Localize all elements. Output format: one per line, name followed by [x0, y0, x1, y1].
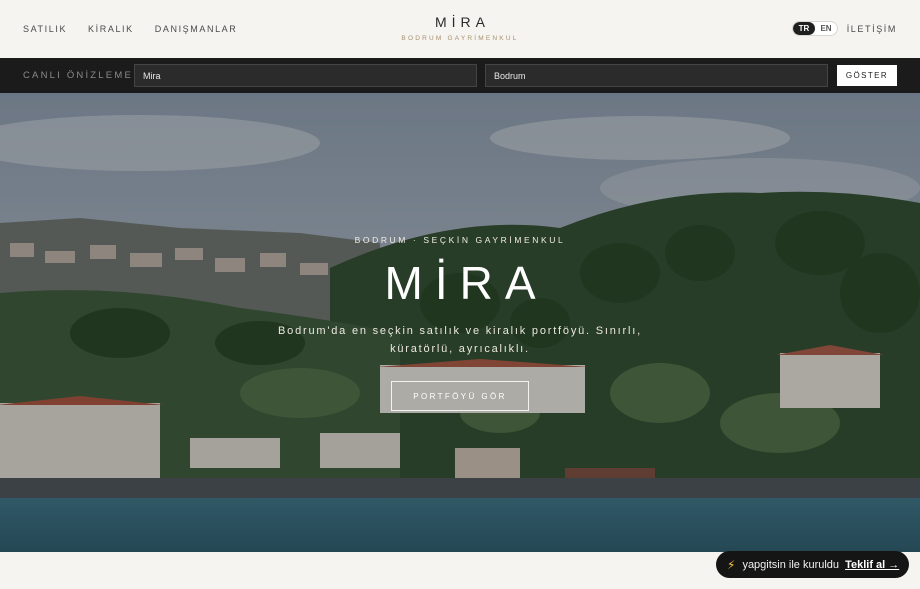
hero-description: Bodrum'da en seçkin satılık ve kiralık p… [278, 325, 642, 355]
hero-section: BODRUM · SEÇKİN GAYRİMENKUL MİRA Bodrum'… [0, 93, 920, 552]
brand-name: MİRA [435, 14, 490, 30]
view-portfolio-button[interactable]: PORTFÖYÜ GÖR [391, 381, 529, 411]
lightning-icon: ⚡ [727, 557, 736, 572]
get-quote-link[interactable]: Teklif al → [845, 559, 899, 571]
hero-title: MİRA [384, 257, 548, 309]
hero-kicker: BODRUM · SEÇKİN GAYRİMENKUL [354, 235, 566, 245]
preview-label: CANLI ÖNİZLEME [23, 70, 133, 81]
brand-logo[interactable]: MİRA BODRUM GAYRİMENKUL [0, 14, 920, 42]
lang-en-button[interactable]: EN [815, 22, 837, 35]
lang-tr-button[interactable]: TR [793, 22, 815, 35]
brand-subtitle: BODRUM GAYRİMENKUL [401, 35, 519, 42]
show-button[interactable]: GÖSTER [837, 65, 897, 86]
built-with-badge[interactable]: ⚡ yapgitsin ile kuruldu Teklif al → [716, 551, 909, 578]
brand-name-input[interactable] [134, 64, 477, 87]
top-navigation: SATILIK KİRALIK DANIŞMANLAR MİRA BODRUM … [0, 0, 920, 58]
live-preview-bar: CANLI ÖNİZLEME GÖSTER [0, 58, 920, 93]
nav-link-contact[interactable]: İLETİŞİM [847, 24, 897, 34]
language-switcher: TR EN [792, 21, 838, 36]
badge-text: yapgitsin ile kuruldu [742, 558, 840, 571]
city-input[interactable] [485, 64, 828, 87]
hero-content: BODRUM · SEÇKİN GAYRİMENKUL MİRA Bodrum'… [0, 93, 920, 552]
